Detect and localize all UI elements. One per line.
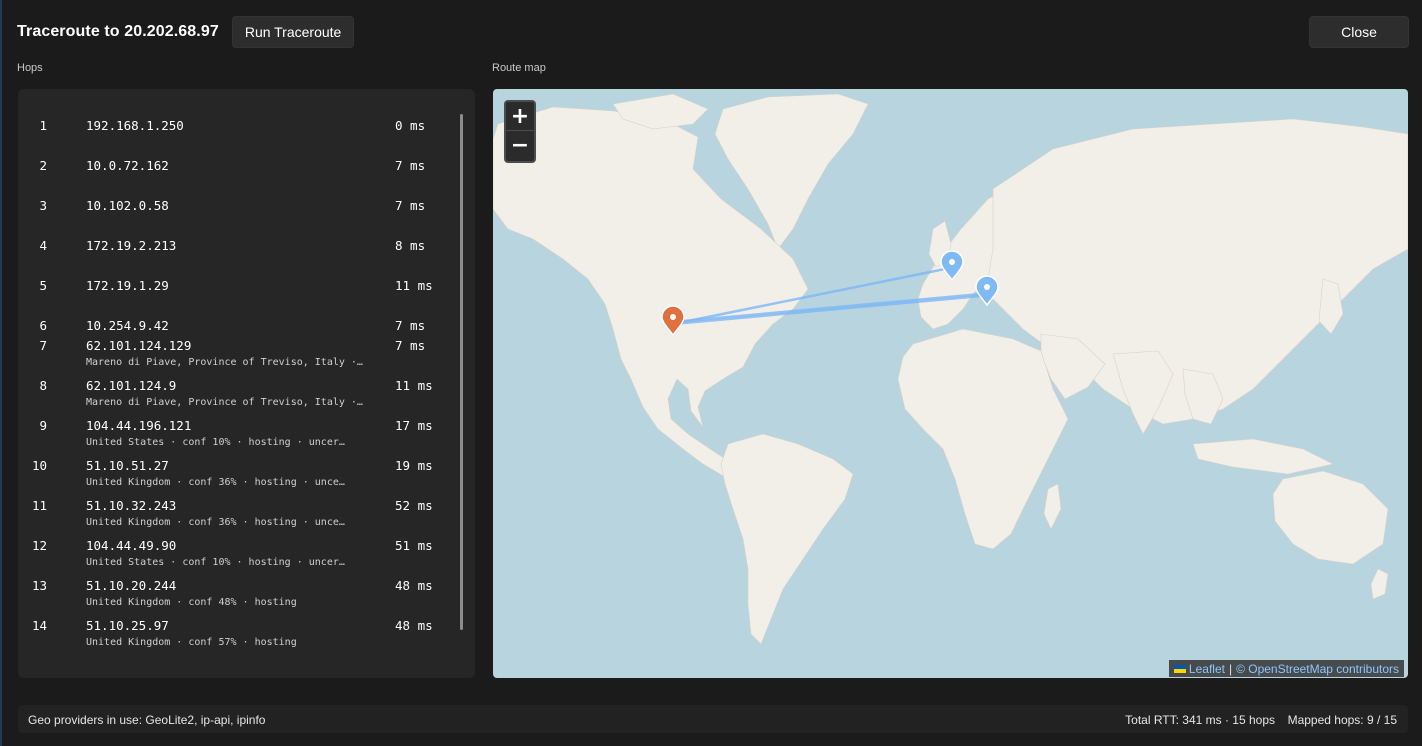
hop-rtt: 51 ms — [395, 538, 433, 553]
hop-geo-info: Mareno di Piave, Province of Treviso, It… — [86, 397, 363, 408]
hop-geo-info: United Kingdom · conf 48% · hosting — [86, 597, 297, 608]
ukraine-flag-icon — [1173, 664, 1186, 673]
hop-rtt: 48 ms — [395, 618, 433, 633]
hop-rtt: 7 ms — [395, 158, 426, 173]
hop-geo-info: United States · conf 10% · hosting · unc… — [86, 437, 345, 448]
hop-number: 12 — [31, 538, 47, 553]
hop-ip: 104.44.49.90 — [86, 538, 177, 553]
hop-ip: 51.10.20.244 — [86, 578, 177, 593]
route-map-label: Route map — [492, 62, 546, 74]
geo-providers-text: Geo providers in use: GeoLite2, ip-api, … — [28, 713, 266, 727]
south-america-land — [720, 433, 854, 645]
hop-geo-info: United States · conf 10% · hosting · unc… — [86, 557, 345, 568]
hop-row[interactable]: 3 10.102.0.58 7 ms — [18, 177, 458, 217]
hop-row[interactable]: 14 51.10.25.97 48 ms United Kingdom · conf … — [18, 617, 458, 657]
hop-row[interactable]: 1 192.168.1.250 0 ms — [18, 97, 458, 137]
hop-geo-info: United Kingdom · conf 36% · hosting · un… — [86, 517, 345, 528]
hop-ip: 51.10.25.97 — [86, 618, 169, 633]
hop-rtt: 17 ms — [395, 418, 433, 433]
hop-rtt: 7 ms — [395, 198, 426, 213]
madagascar-land — [1043, 483, 1062, 530]
hop-row[interactable]: 11 51.10.32.243 52 ms United Kingdom · conf… — [18, 497, 458, 537]
zoom-in-button[interactable]: + — [506, 102, 534, 131]
hop-geo-info: United Kingdom · conf 57% · hosting — [86, 637, 297, 648]
hop-row[interactable]: 13 51.10.20.244 48 ms United Kingdom · conf… — [18, 577, 458, 617]
hop-rtt: 7 ms — [395, 338, 426, 353]
hop-rtt: 11 ms — [395, 278, 433, 293]
hop-ip: 104.44.196.121 — [86, 418, 192, 433]
hop-number: 14 — [31, 618, 47, 633]
hop-number: 2 — [39, 158, 47, 173]
hop-row[interactable]: 4 172.19.2.213 8 ms — [18, 217, 458, 257]
australia-land — [1272, 470, 1389, 565]
hop-rtt: 11 ms — [395, 378, 433, 393]
hop-geo-info: United Kingdom · conf 36% · hosting · un… — [86, 477, 345, 488]
status-bar: Geo providers in use: GeoLite2, ip-api, … — [18, 705, 1408, 733]
world-map-svg — [493, 93, 1408, 645]
africa-land — [897, 328, 1069, 550]
hop-number: 8 — [39, 378, 47, 393]
hop-rtt: 7 ms — [395, 318, 426, 333]
hop-ip: 172.19.1.29 — [86, 278, 169, 293]
window-edge — [0, 0, 2, 746]
new-zealand-land — [1370, 568, 1389, 600]
hop-number: 11 — [31, 498, 47, 513]
hop-ip: 51.10.51.27 — [86, 458, 169, 473]
page-title: Traceroute to 20.202.68.97 — [17, 23, 219, 40]
hop-rtt: 52 ms — [395, 498, 433, 513]
hop-number: 3 — [39, 198, 47, 213]
origin-marker-dot — [670, 314, 676, 320]
indonesia-land — [1192, 438, 1334, 475]
hop-row[interactable]: 8 62.101.124.9 11 ms Mareno di Piave, Provi… — [18, 377, 458, 417]
hop-number: 10 — [31, 458, 47, 473]
hop-rtt: 8 ms — [395, 238, 426, 253]
hops-label: Hops — [17, 62, 43, 74]
zoom-out-button[interactable]: − — [506, 131, 534, 160]
hop-row[interactable]: 10 51.10.51.27 19 ms United Kingdom · conf … — [18, 457, 458, 497]
leaflet-link[interactable]: Leaflet — [1189, 662, 1225, 676]
header: Traceroute to 20.202.68.97 Run Tracerout… — [17, 16, 355, 48]
hop-number: 5 — [39, 278, 47, 293]
hop-rtt: 19 ms — [395, 458, 433, 473]
run-traceroute-button[interactable]: Run Traceroute — [231, 16, 355, 48]
hop-row[interactable]: 9 104.44.196.121 17 ms United States · conf… — [18, 417, 458, 457]
hop-number: 13 — [31, 578, 47, 593]
hop-number: 4 — [39, 238, 47, 253]
hop-marker-uk-dot — [949, 259, 955, 265]
total-rtt-text: Total RTT: 341 ms · 15 hops — [1125, 713, 1275, 727]
hop-rtt: 0 ms — [395, 118, 426, 133]
hops-panel[interactable]: 1 192.168.1.250 0 ms 2 10.0.72.162 7 ms 3 10.10… — [18, 89, 475, 678]
mapped-hops-text: Mapped hops: 9 / 15 — [1287, 713, 1397, 727]
zoom-control: + − — [504, 100, 536, 163]
hops-list[interactable]: 1 192.168.1.250 0 ms 2 10.0.72.162 7 ms 3 10.10… — [18, 89, 458, 678]
hop-geo-info: Mareno di Piave, Province of Treviso, It… — [86, 357, 363, 368]
hop-row[interactable]: 5 172.19.1.29 11 ms — [18, 257, 458, 297]
hop-rtt: 48 ms — [395, 578, 433, 593]
hop-ip: 10.102.0.58 — [86, 198, 169, 213]
hop-number: 1 — [39, 118, 47, 133]
hop-row[interactable]: 6 10.254.9.42 7 ms — [18, 297, 458, 337]
hop-ip: 192.168.1.250 — [86, 118, 184, 133]
hop-ip: 172.19.2.213 — [86, 238, 177, 253]
hop-ip: 62.101.124.129 — [86, 338, 192, 353]
hop-ip: 10.254.9.42 — [86, 318, 169, 333]
land-masses — [493, 93, 1408, 645]
hop-row[interactable]: 15104.44.28.14048 ms — [18, 657, 458, 678]
hop-number: 6 — [39, 318, 47, 333]
osm-link[interactable]: © OpenStreetMap contributors — [1236, 662, 1399, 676]
route-map[interactable]: + − Leaflet | © OpenStreetMap contributo… — [493, 89, 1408, 678]
hop-row[interactable]: 2 10.0.72.162 7 ms — [18, 137, 458, 177]
hop-row[interactable]: 12 104.44.49.90 51 ms United States · conf … — [18, 537, 458, 577]
close-button[interactable]: Close — [1309, 16, 1409, 48]
hops-scrollbar[interactable] — [460, 114, 463, 630]
attribution-separator: | — [1228, 661, 1233, 676]
hop-ip: 62.101.124.9 — [86, 378, 177, 393]
hop-ip: 10.0.72.162 — [86, 158, 169, 173]
hop-row[interactable]: 7 62.101.124.129 7 ms Mareno di Piave, Prov… — [18, 337, 458, 377]
hop-number: 7 — [39, 338, 47, 353]
map-attribution: Leaflet | © OpenStreetMap contributors — [1168, 660, 1404, 677]
hop-number: 9 — [39, 418, 47, 433]
hop-marker-italy-dot — [984, 284, 990, 290]
hop-ip: 51.10.32.243 — [86, 498, 177, 513]
